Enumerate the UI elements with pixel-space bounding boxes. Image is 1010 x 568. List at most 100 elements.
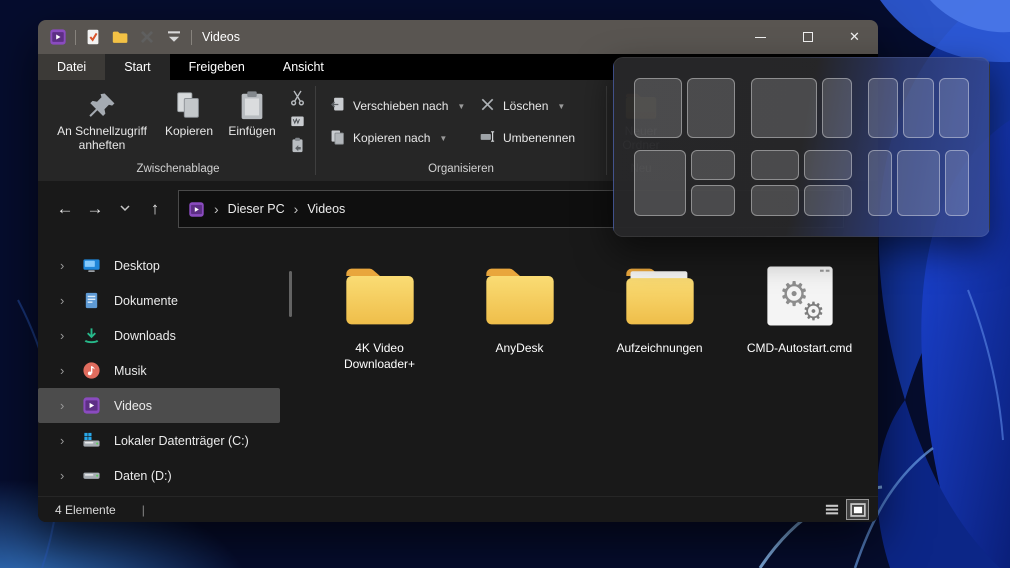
snap-zone[interactable] — [751, 78, 817, 138]
forward-button[interactable]: → — [80, 194, 110, 224]
snap-zone[interactable] — [634, 78, 682, 138]
snap-option-quad[interactable] — [751, 149, 852, 216]
move-to-icon — [329, 96, 346, 116]
snap-zone[interactable] — [804, 149, 852, 181]
sidebar-item-videos[interactable]: › Videos — [38, 388, 280, 423]
cut-icon[interactable] — [286, 87, 308, 107]
file-item-cmd-autostart-cmd[interactable]: ⚙ ⚙ CMD-Autostart.cmd — [743, 263, 856, 356]
paste-icon — [236, 86, 268, 122]
properties-icon[interactable] — [83, 27, 103, 47]
window-body: › Desktop › Dokumente › Downloads › Musik › Video… — [38, 237, 878, 496]
clipboard-group: An Schnellzugriff anheften Kopieren Einf… — [46, 80, 310, 181]
chevron-right-icon[interactable]: › — [60, 398, 82, 413]
file-item-label: 4K Video Downloader+ — [343, 341, 416, 371]
clipboard-small-buttons — [284, 80, 310, 155]
paste-button[interactable]: Einfügen — [220, 80, 284, 139]
breadcrumb-dieser-pc[interactable]: Dieser PC — [228, 202, 285, 216]
sidebar-scrollbar[interactable] — [289, 271, 292, 317]
tab-freigeben[interactable]: Freigeben — [170, 54, 264, 80]
snap-option-three-columns[interactable] — [868, 78, 969, 138]
organize-group: Verschieben nach ▼ Löschen ▼ Kopieren na… — [321, 80, 601, 181]
snap-zone[interactable] — [868, 149, 892, 216]
status-divider: | — [141, 502, 145, 517]
close-button[interactable]: ✕ — [831, 20, 878, 54]
tab-ansicht[interactable]: Ansicht — [264, 54, 343, 80]
snap-zone[interactable] — [804, 185, 852, 216]
sidebar-item-daten-d-[interactable]: › Daten (D:) — [38, 458, 280, 493]
snap-zone[interactable] — [687, 78, 735, 138]
copy-path-icon[interactable] — [286, 111, 308, 131]
snap-option-left-stack[interactable] — [634, 149, 735, 216]
file-item-4k-video-downloader-[interactable]: 4K Video Downloader+ — [323, 263, 436, 372]
paste-shortcut-icon[interactable] — [286, 135, 308, 155]
pin-to-quick-access-button[interactable]: An Schnellzugriff anheften — [46, 80, 158, 152]
details-view-button[interactable] — [821, 500, 842, 519]
snap-zone[interactable] — [896, 149, 941, 216]
back-button[interactable]: ← — [50, 194, 80, 224]
maximize-button[interactable] — [784, 20, 831, 54]
tab-datei[interactable]: Datei — [38, 54, 106, 80]
snap-zone[interactable] — [822, 78, 852, 138]
thumbnail-view-button[interactable] — [846, 499, 869, 520]
sidebar-item-dokumente[interactable]: › Dokumente — [38, 283, 280, 318]
sidebar-item-label: Musik — [114, 363, 147, 378]
copy-to-button[interactable]: Kopieren nach ▼ — [329, 128, 479, 148]
minimize-icon — [755, 36, 766, 38]
snap-zone[interactable] — [938, 78, 969, 138]
forward-icon: → — [86, 199, 104, 218]
toolbar-divider — [191, 29, 192, 45]
chevron-right-icon[interactable]: › — [60, 468, 82, 483]
chevron-right-icon[interactable]: › — [60, 433, 82, 448]
chevron-right-icon[interactable]: › — [60, 293, 82, 308]
up-button[interactable]: ↑ — [140, 194, 170, 224]
snap-zone[interactable] — [751, 149, 799, 181]
file-item-anydesk[interactable]: AnyDesk — [463, 263, 576, 356]
folder-icon — [340, 263, 420, 329]
recent-locations-button[interactable] — [110, 194, 140, 224]
folder-full-icon — [620, 263, 700, 329]
chevron-right-icon[interactable]: › — [60, 363, 82, 378]
chevron-right-icon[interactable]: › — [60, 328, 82, 343]
videos-folder-icon[interactable] — [48, 27, 68, 47]
rename-icon — [479, 128, 496, 148]
sidebar-item-downloads[interactable]: › Downloads — [38, 318, 280, 353]
minimize-button[interactable] — [737, 20, 784, 54]
sidebar-item-lokaler-datentr-ger-c-[interactable]: › Lokaler Datenträger (C:) — [38, 423, 280, 458]
rename-button[interactable]: Umbenennen — [479, 128, 597, 148]
snap-option-wide-left[interactable] — [751, 78, 852, 138]
up-icon: ↑ — [150, 199, 160, 218]
file-item-aufzeichnungen[interactable]: Aufzeichnungen — [603, 263, 716, 356]
ribbon-divider — [606, 86, 607, 175]
snap-zone[interactable] — [691, 185, 735, 216]
delete-button[interactable]: Löschen ▼ — [479, 96, 597, 116]
customize-dropdown-icon[interactable] — [164, 27, 184, 47]
snap-zone[interactable] — [945, 149, 969, 216]
file-item-label: CMD-Autostart.cmd — [746, 341, 853, 355]
copy-to-icon — [329, 128, 346, 148]
pin-icon — [86, 86, 118, 122]
snap-zone[interactable] — [634, 149, 687, 216]
snap-zone[interactable] — [691, 149, 735, 181]
move-to-button[interactable]: Verschieben nach ▼ — [329, 96, 479, 116]
sidebar-item-musik[interactable]: › Musik — [38, 353, 280, 388]
ribbon-divider — [315, 86, 316, 175]
sidebar-item-label: Desktop — [114, 258, 160, 273]
breadcrumb-videos[interactable]: Videos — [307, 202, 345, 216]
copy-button[interactable]: Kopieren — [158, 80, 220, 139]
titlebar: Videos ✕ — [38, 20, 878, 54]
delete-icon — [479, 96, 496, 116]
sidebar: › Desktop › Dokumente › Downloads › Musik › Video… — [38, 237, 301, 496]
drive-icon — [82, 466, 101, 485]
snap-option-two-columns[interactable] — [634, 78, 735, 138]
tab-start[interactable]: Start — [105, 54, 170, 80]
sidebar-item-desktop[interactable]: › Desktop — [38, 248, 280, 283]
sidebar-item-label: Lokaler Datenträger (C:) — [114, 433, 249, 448]
new-folder-icon[interactable] — [110, 27, 130, 47]
sidebar-item-label: Videos — [114, 398, 152, 413]
documents-icon — [82, 291, 101, 310]
snap-zone[interactable] — [751, 185, 799, 216]
snap-zone[interactable] — [868, 78, 899, 138]
chevron-right-icon[interactable]: › — [60, 258, 82, 273]
snap-option-center-wide[interactable] — [868, 149, 969, 216]
snap-zone[interactable] — [903, 78, 934, 138]
